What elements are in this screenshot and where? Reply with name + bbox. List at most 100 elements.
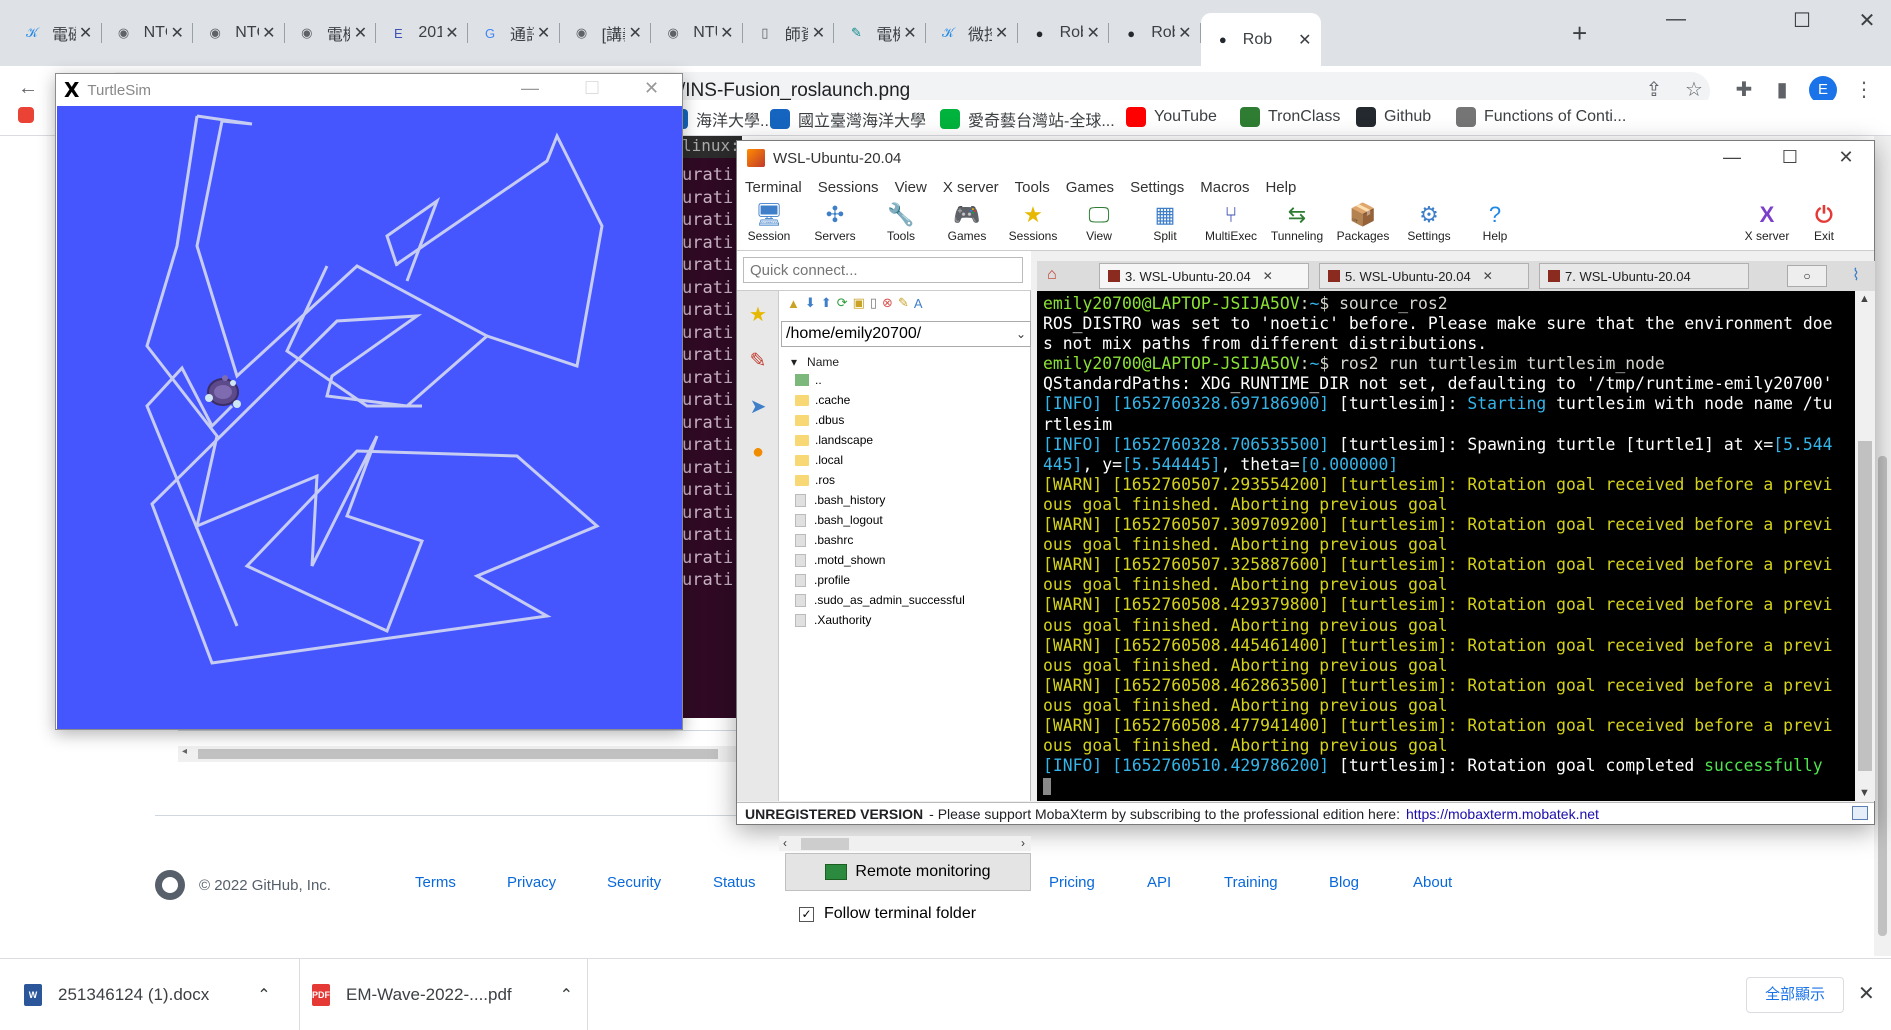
page-scrollbar[interactable]: [1874, 136, 1891, 956]
bookmark-star-icon[interactable]: ☆: [1680, 77, 1708, 102]
sftp-icon[interactable]: ●: [737, 429, 779, 475]
close-tab-icon[interactable]: ✕: [992, 23, 1012, 43]
turtlesim-window[interactable]: X TurtleSim — ☐ ✕: [55, 73, 683, 730]
download-item[interactable]: W 251346124 (1).docx ⌃: [24, 959, 300, 1030]
delete-icon[interactable]: ⊗: [882, 295, 893, 311]
maximize-button[interactable]: ☐: [1790, 8, 1814, 33]
close-download-bar-icon[interactable]: ✕: [1858, 981, 1875, 1006]
close-tab-icon[interactable]: ✕: [1083, 23, 1103, 43]
close-session-tab-icon[interactable]: ✕: [1263, 269, 1273, 283]
browser-tab[interactable]: ● Rob✕: [1018, 13, 1110, 53]
bookmark-item[interactable]: 海洋大學...: [668, 107, 773, 131]
toolbar-session-button[interactable]: 🖥 Session: [739, 201, 799, 243]
menu-games[interactable]: Games: [1066, 179, 1114, 196]
home-tab-icon[interactable]: ⌂: [1047, 266, 1057, 284]
footer-link-privacy[interactable]: Privacy: [507, 874, 556, 891]
menu-settings[interactable]: Settings: [1130, 179, 1184, 196]
file-list-item[interactable]: .bash_history: [795, 493, 885, 507]
terminal-output[interactable]: emily20700@LAPTOP-JSIJA5OV:~$ source_ros…: [1037, 291, 1855, 801]
chevron-up-icon[interactable]: ⌃: [257, 985, 270, 1005]
file-list-item[interactable]: .sudo_as_admin_successful: [795, 593, 965, 607]
browser-tab[interactable]: ✎ 電機✕: [834, 13, 926, 53]
close-tab-icon[interactable]: ✕: [76, 23, 96, 43]
turtlesim-close-button[interactable]: ✕: [644, 78, 659, 99]
footer-link-about[interactable]: About: [1413, 874, 1452, 891]
mobatek-link[interactable]: https://mobaxterm.mobatek.net: [1406, 806, 1599, 822]
extensions-icon[interactable]: ✚: [1730, 77, 1758, 102]
file-list-item[interactable]: .cache: [795, 393, 850, 407]
menu-dots-icon[interactable]: ⋮: [1850, 77, 1878, 102]
menu-view[interactable]: View: [895, 179, 927, 196]
file-list-header[interactable]: ▾ Name: [791, 355, 839, 369]
menu-help[interactable]: Help: [1265, 179, 1296, 196]
quick-connect-input[interactable]: [743, 257, 1023, 283]
file-list-item[interactable]: .bash_logout: [795, 513, 883, 527]
footer-link-blog[interactable]: Blog: [1329, 874, 1359, 891]
file-list-item[interactable]: .profile: [795, 573, 850, 587]
close-tab-icon[interactable]: ✕: [167, 23, 187, 43]
toolbar-exit-button[interactable]: ⏻ Exit: [1794, 201, 1854, 243]
bookmark-item[interactable]: Github: [1356, 107, 1431, 127]
mobaxterm-close-button[interactable]: ✕: [1831, 147, 1861, 168]
toolbar-servers-button[interactable]: ✣ Servers: [805, 201, 865, 243]
menu-tools[interactable]: Tools: [1015, 179, 1050, 196]
footer-link-pricing[interactable]: Pricing: [1049, 874, 1095, 891]
file-list-item[interactable]: .Xauthority: [795, 613, 871, 627]
follow-terminal-folder-checkbox[interactable]: ✓ Follow terminal folder: [799, 905, 976, 923]
mobaxterm-maximize-button[interactable]: ☐: [1775, 147, 1805, 168]
github-logo-icon[interactable]: [155, 870, 185, 900]
close-tab-icon[interactable]: ✕: [625, 23, 645, 43]
close-tab-icon[interactable]: ✕: [259, 23, 279, 43]
bookmark-item[interactable]: 國立臺灣海洋大學: [770, 107, 926, 131]
close-window-button[interactable]: ✕: [1855, 8, 1879, 33]
minimize-button[interactable]: —: [1664, 8, 1688, 31]
toolbar-multiexec-button[interactable]: ⑂ MultiExec: [1201, 201, 1261, 243]
new-tab-button[interactable]: +: [1572, 18, 1587, 49]
close-tab-icon[interactable]: ✕: [900, 23, 920, 43]
toolbar-packages-button[interactable]: 📦 Packages: [1333, 201, 1393, 243]
toolbar-help-button[interactable]: ? Help: [1465, 201, 1525, 243]
browser-tab[interactable]: ● Rob✕: [1109, 13, 1201, 53]
mobaxterm-window[interactable]: WSL-Ubuntu-20.04 — ☐ ✕ Terminal Sessions V…: [736, 140, 1875, 922]
file-list-item[interactable]: .local: [795, 453, 843, 467]
remote-monitoring-button[interactable]: Remote monitoring: [785, 853, 1031, 891]
browser-tab[interactable]: ◉ [講義✕: [560, 13, 652, 53]
toolbar-games-button[interactable]: 🎮 Games: [937, 201, 997, 243]
text-icon[interactable]: A: [914, 296, 923, 311]
close-tab-icon[interactable]: ✕: [808, 23, 828, 43]
checkbox-checked-icon[interactable]: ✓: [799, 906, 814, 922]
bookmark-item[interactable]: TronClass: [1240, 107, 1340, 127]
new-file-icon[interactable]: ▯: [870, 295, 877, 311]
send-icon[interactable]: ➤: [737, 383, 779, 429]
close-session-tab-icon[interactable]: ✕: [1483, 269, 1493, 283]
sessions-star-icon[interactable]: ★: [737, 291, 779, 337]
browser-tab[interactable]: 𝒦 電磁✕: [10, 13, 102, 53]
close-tab-icon[interactable]: ✕: [717, 23, 737, 43]
footer-link-api[interactable]: API: [1147, 874, 1171, 891]
share-icon[interactable]: ⇪: [1640, 77, 1668, 102]
close-tab-icon[interactable]: ✕: [534, 23, 554, 43]
menu-sessions[interactable]: Sessions: [818, 179, 879, 196]
browser-tab[interactable]: ◉ NTU✕: [651, 13, 743, 53]
close-tab-icon[interactable]: ✕: [350, 23, 370, 43]
file-list-item[interactable]: .motd_shown: [795, 553, 885, 567]
file-list-item[interactable]: .dbus: [795, 413, 844, 427]
turtlesim-maximize-button[interactable]: ☐: [584, 78, 600, 99]
mobaxterm-minimize-button[interactable]: —: [1717, 147, 1747, 168]
toolbar-tunneling-button[interactable]: ⇆ Tunneling: [1267, 201, 1327, 243]
terminal-scrollbar[interactable]: ▲ ▼: [1855, 291, 1875, 801]
path-input[interactable]: /home/emily20700/ ⌄: [781, 321, 1031, 347]
rename-icon[interactable]: ✎: [898, 295, 909, 311]
bookmark-item[interactable]: 愛奇藝台灣站-全球...: [940, 107, 1115, 131]
new-folder-icon[interactable]: ▣: [853, 295, 865, 311]
menu-terminal[interactable]: Terminal: [745, 179, 802, 196]
browser-tab[interactable]: ▯ 師資✕: [743, 13, 835, 53]
toolbar-split-button[interactable]: ▦ Split: [1135, 201, 1195, 243]
menu-macros[interactable]: Macros: [1200, 179, 1249, 196]
sidepanel-icon[interactable]: ▮: [1768, 77, 1796, 102]
code-horizontal-scrollbar[interactable]: ◂: [178, 746, 738, 762]
scroll-down-icon[interactable]: ▼: [1859, 787, 1870, 799]
file-list-item[interactable]: .ros: [795, 473, 835, 487]
browser-tab[interactable]: ◉ NTC✕: [102, 13, 194, 53]
chevron-down-icon[interactable]: ⌄: [1016, 322, 1026, 346]
